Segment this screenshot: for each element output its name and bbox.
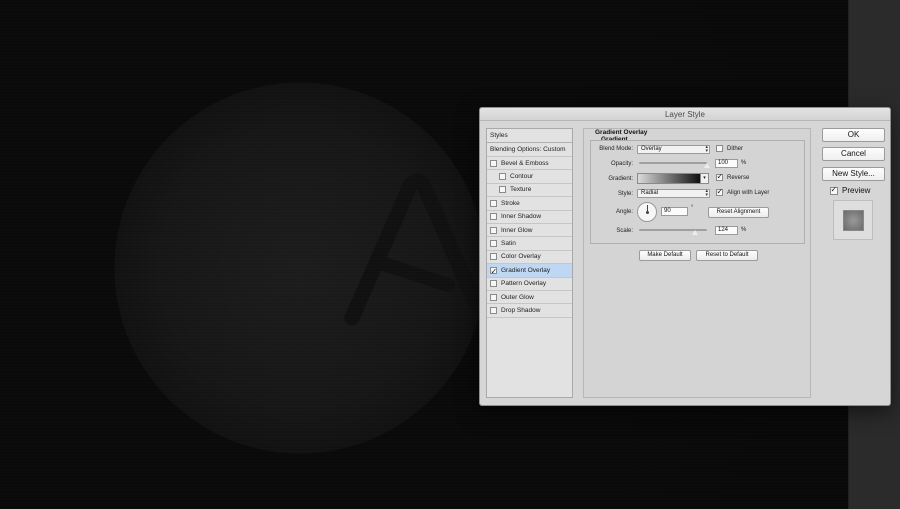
style-item-drop-shadow[interactable]: Drop Shadow bbox=[487, 304, 572, 318]
opacity-label: Opacity: bbox=[610, 161, 633, 167]
checkbox-box[interactable] bbox=[490, 306, 497, 314]
opacity-slider-thumb[interactable] bbox=[704, 163, 710, 168]
angle-dial[interactable] bbox=[637, 202, 657, 222]
angle-input[interactable]: 90 bbox=[661, 207, 688, 216]
style-item-label: Gradient Overlay bbox=[501, 266, 551, 274]
checkbox-box[interactable] bbox=[490, 253, 497, 261]
chevron-down-icon[interactable]: ▾ bbox=[700, 173, 709, 184]
dialog-title: Layer Style bbox=[480, 108, 890, 121]
scale-unit: % bbox=[741, 227, 747, 233]
style-item-label: Satin bbox=[501, 240, 516, 248]
blend-mode-label: Blend Mode: bbox=[599, 146, 633, 152]
layer-style-dialog: Layer Style Styles Blending Options: Cus… bbox=[479, 107, 891, 406]
opacity-slider[interactable] bbox=[639, 162, 707, 164]
make-default-button[interactable]: Make Default bbox=[639, 250, 691, 261]
dither-checkbox[interactable]: Dither bbox=[716, 145, 743, 152]
style-item-label: Texture bbox=[510, 186, 532, 194]
reset-alignment-button[interactable]: Reset Alignment bbox=[708, 207, 769, 218]
style-item-label: Inner Glow bbox=[501, 226, 533, 234]
reverse-checkbox[interactable]: Reverse bbox=[716, 172, 749, 181]
checkbox-box[interactable] bbox=[830, 185, 838, 195]
style-preview bbox=[833, 200, 873, 240]
checkbox-box[interactable] bbox=[490, 293, 497, 301]
checkbox-box[interactable] bbox=[490, 159, 497, 167]
scale-slider-thumb[interactable] bbox=[691, 230, 698, 235]
gradient-overlay-panel: Gradient Overlay Gradient Blend Mode: Ov… bbox=[583, 128, 811, 398]
section-title: Gradient Overlay bbox=[595, 129, 648, 136]
gradient-swatch[interactable] bbox=[637, 173, 701, 184]
style-item-label: Inner Shadow bbox=[501, 213, 542, 221]
style-item-label: Bevel & Emboss bbox=[501, 159, 549, 167]
preview-thumbnail bbox=[844, 211, 863, 230]
gradient-label: Gradient: bbox=[608, 176, 633, 182]
styles-list: Styles Blending Options: Custom Bevel & … bbox=[486, 128, 573, 398]
align-with-layer-checkbox[interactable]: Align with Layer bbox=[716, 187, 769, 196]
style-item-label: Pattern Overlay bbox=[501, 280, 547, 288]
style-item-outer-glow[interactable]: Outer Glow bbox=[487, 291, 572, 305]
style-item-label: Stroke bbox=[501, 199, 520, 207]
reset-to-default-button[interactable]: Reset to Default bbox=[696, 250, 758, 261]
angle-label: Angle: bbox=[615, 209, 633, 215]
checkbox-box[interactable] bbox=[716, 187, 723, 196]
new-style-button[interactable]: New Style... bbox=[822, 167, 885, 181]
style-item-bevel-emboss[interactable]: Bevel & Emboss bbox=[487, 157, 572, 171]
angle-unit: ° bbox=[691, 205, 694, 211]
checkbox-box[interactable] bbox=[490, 265, 497, 278]
style-item-label: Contour bbox=[510, 173, 534, 181]
checkbox-box[interactable] bbox=[490, 226, 497, 234]
updown-arrows-icon: ▴ ▾ bbox=[705, 144, 708, 154]
style-label: Style: bbox=[617, 191, 633, 197]
checkbox-box[interactable] bbox=[490, 199, 497, 207]
checkbox-box[interactable] bbox=[490, 240, 497, 248]
scale-label: Scale: bbox=[616, 228, 633, 234]
style-item-stroke[interactable]: Stroke bbox=[487, 197, 572, 211]
style-item-label: Color Overlay bbox=[501, 253, 541, 261]
opacity-unit: % bbox=[741, 160, 747, 166]
blending-options[interactable]: Blending Options: Custom bbox=[487, 143, 572, 157]
style-item-color-overlay[interactable]: Color Overlay bbox=[487, 251, 572, 265]
checkbox-box[interactable] bbox=[499, 173, 506, 181]
style-item-satin[interactable]: Satin bbox=[487, 237, 572, 251]
styles-header[interactable]: Styles bbox=[487, 129, 572, 143]
checkbox-box[interactable] bbox=[716, 145, 723, 152]
checkbox-box[interactable] bbox=[499, 186, 506, 194]
checkbox-box[interactable] bbox=[490, 280, 497, 288]
ok-button[interactable]: OK bbox=[822, 128, 885, 142]
style-item-inner-shadow[interactable]: Inner Shadow bbox=[487, 211, 572, 224]
style-item-contour[interactable]: Contour bbox=[487, 170, 572, 184]
cancel-button[interactable]: Cancel bbox=[822, 147, 885, 161]
style-item-texture[interactable]: Texture bbox=[487, 184, 572, 198]
checkbox-box[interactable] bbox=[716, 172, 723, 181]
scale-input[interactable]: 124 bbox=[715, 226, 738, 235]
preview-checkbox[interactable]: Preview bbox=[830, 185, 870, 195]
style-item-label: Drop Shadow bbox=[501, 307, 541, 314]
updown-arrows-icon: ▴ ▾ bbox=[705, 188, 708, 198]
style-item-inner-glow[interactable]: Inner Glow bbox=[487, 224, 572, 238]
style-item-label: Outer Glow bbox=[501, 293, 534, 301]
angle-center bbox=[646, 211, 649, 214]
blend-mode-select[interactable]: Overlay ▴ ▾ bbox=[637, 145, 710, 154]
opacity-input[interactable]: 100 bbox=[715, 159, 738, 168]
style-item-gradient-overlay[interactable]: Gradient Overlay bbox=[487, 264, 572, 278]
checkbox-box[interactable] bbox=[490, 213, 497, 221]
gradient-group: Blend Mode: Overlay ▴ ▾ Dither Opacity: 1… bbox=[590, 140, 805, 244]
style-item-pattern-overlay[interactable]: Pattern Overlay bbox=[487, 278, 572, 291]
style-select[interactable]: Radial ▴ ▾ bbox=[637, 189, 710, 198]
